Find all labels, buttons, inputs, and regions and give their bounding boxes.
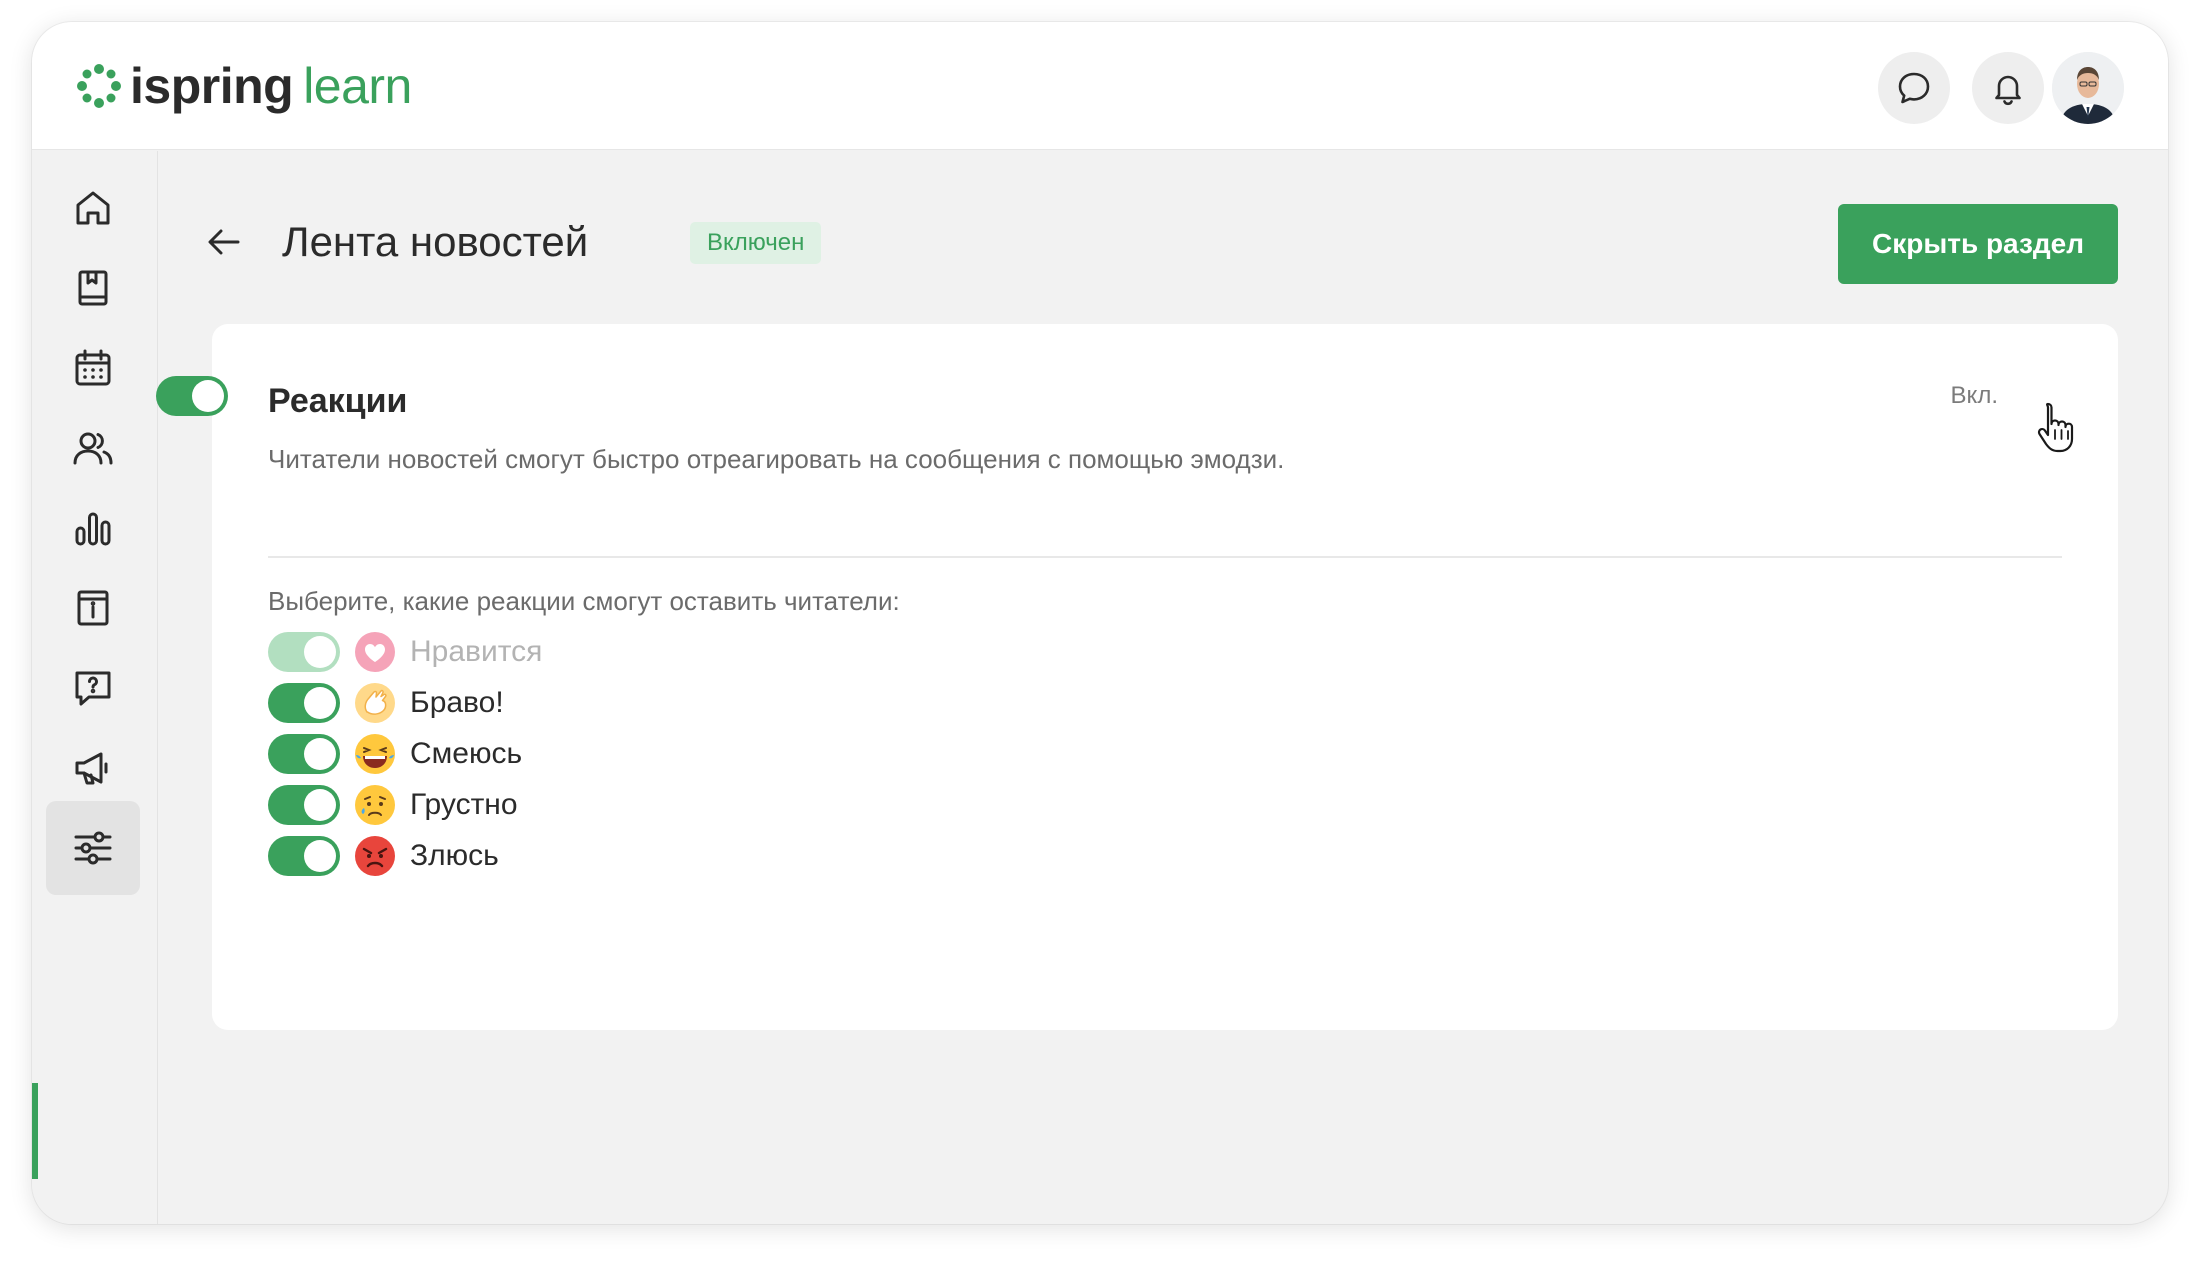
question-chat-icon (75, 671, 111, 706)
hand-pointer-cursor-icon (2037, 402, 2074, 453)
clap-emoji-icon (355, 683, 395, 723)
reaction-label-like: Нравится (410, 635, 543, 668)
active-nav-indicator (32, 1083, 38, 1179)
user-avatar[interactable] (2052, 52, 2124, 124)
reaction-label-angry: Злюсь (410, 839, 499, 872)
hide-section-button[interactable]: Скрыть раздел (1838, 204, 2118, 284)
angry-emoji-icon (355, 836, 395, 876)
ispring-learn-logo[interactable]: ispring learn (76, 60, 412, 112)
sliders-icon (74, 831, 112, 865)
reaction-toggle-laugh[interactable] (268, 734, 340, 774)
megaphone-icon (75, 752, 108, 785)
home-icon (76, 191, 110, 225)
bell-icon (1995, 75, 2021, 106)
page-title: Лента новостей (282, 218, 589, 265)
logo-text-ispring: ispring (130, 58, 294, 114)
avatar-image (2052, 52, 2124, 124)
top-header: ispring learn (32, 22, 2168, 150)
reaction-toggle-bravo[interactable] (268, 683, 340, 723)
chat-button[interactable] (1878, 52, 1950, 124)
choose-reactions-label: Выберите, какие реакции смогут оставить … (268, 586, 900, 616)
sidebar-item-settings[interactable] (46, 801, 140, 895)
reaction-item-bravo: Браво! (268, 681, 868, 725)
arrow-left-icon (208, 229, 240, 255)
laugh-emoji-icon (355, 734, 395, 774)
status-badge: Включен (690, 222, 822, 264)
book-icon (78, 270, 108, 306)
divider (268, 556, 2062, 558)
reaction-item-like: Нравится (268, 630, 868, 674)
page-header: Лента новостей Включен Скрыть раздел (202, 204, 2118, 284)
chat-icon (1898, 72, 1930, 104)
reaction-label-bravo: Браво! (410, 686, 504, 719)
info-card-icon (77, 590, 109, 626)
card-description: Читатели новостей смогут быстро отреагир… (268, 444, 1285, 474)
reaction-label-laugh: Смеюсь (410, 737, 523, 770)
back-button[interactable] (202, 220, 246, 264)
heart-emoji-icon (355, 632, 395, 672)
logo-mark-icon (77, 64, 121, 108)
reactions-card: Реакции Читатели новостей смогут быстро … (156, 324, 2118, 1030)
card-title: Реакции (268, 382, 408, 420)
sidebar-nav (32, 151, 158, 1224)
chart-bars-icon (75, 512, 111, 546)
reaction-toggle-sad[interactable] (268, 785, 340, 825)
users-icon (73, 432, 113, 465)
sad-emoji-icon (355, 785, 395, 825)
reaction-toggle-angry[interactable] (268, 836, 340, 876)
calendar-icon (75, 349, 111, 386)
app-window: ispring learn Лента новостей Включен Скр… (32, 22, 2168, 1224)
toggle-state-label: Вкл. (1950, 382, 1998, 409)
reaction-label-sad: Грустно (410, 788, 518, 821)
reactions-master-toggle[interactable] (156, 376, 228, 416)
reaction-toggle-like (268, 632, 340, 672)
notifications-button[interactable] (1972, 52, 2044, 124)
reaction-item-sad: Грустно (268, 783, 868, 827)
reaction-item-laugh: Смеюсь (268, 732, 868, 776)
reaction-item-angry: Злюсь (268, 834, 868, 878)
logo-text-learn: learn (303, 58, 412, 114)
